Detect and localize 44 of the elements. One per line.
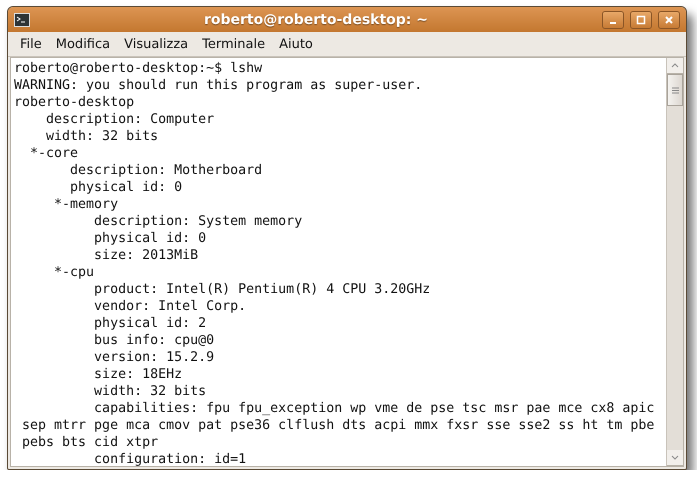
grip-icon <box>672 86 678 94</box>
terminal-line: width: 32 bits <box>45 128 160 145</box>
close-icon <box>664 14 674 24</box>
terminal-icon <box>14 12 30 26</box>
terminal-line: capabilities: fpu fpu_exception wp vme de pse tsc msr pae mce cx8 apic <box>93 400 656 417</box>
terminal-line: roberto@roberto-desktop:~$ lshw <box>14 60 264 77</box>
minimize-button[interactable] <box>602 10 624 28</box>
terminal-line: description: System memory <box>93 213 304 230</box>
terminal-line: description: Motherboard <box>69 162 264 179</box>
menu-item[interactable]: Modifica <box>50 34 116 54</box>
window-title: roberto@roberto-desktop: ~ <box>202 12 429 28</box>
scroll-down-button[interactable] <box>667 450 683 466</box>
close-button[interactable] <box>658 10 680 28</box>
terminal-line: WARNING: you should run this program as super-user. <box>14 77 424 94</box>
terminal-line: physical id: 2 <box>93 315 208 332</box>
terminal-line: width: 32 bits <box>93 383 208 400</box>
terminal-line: description: Computer <box>45 111 216 128</box>
terminal-line: configuration: id=1 <box>93 451 248 466</box>
scroll-up-button[interactable] <box>667 58 683 74</box>
scroll-thumb[interactable] <box>667 74 683 106</box>
caret-up-icon <box>671 63 679 68</box>
maximize-icon <box>636 14 646 24</box>
terminal-line: *-memory <box>53 196 120 213</box>
terminal-line: size: 18EHz <box>93 366 184 383</box>
terminal-line: *-cpu <box>53 264 96 281</box>
maximize-button[interactable] <box>630 10 652 28</box>
terminal-line: sep mtrr pge mca cmov pat pse36 clflush dts acpi mmx fxsr sse sse2 ss ht tm pbe <box>21 417 656 434</box>
terminal-line: size: 2013MiB <box>93 247 200 264</box>
terminal-line: pebs bts cid xtpr <box>21 434 160 451</box>
terminal-line: physical id: 0 <box>69 179 184 196</box>
menu-item[interactable]: Visualizza <box>118 34 194 54</box>
menu-item[interactable]: Aiuto <box>273 34 319 54</box>
terminal-line: *-core <box>29 145 80 162</box>
menu-item[interactable]: File <box>14 34 48 54</box>
terminal-line: roberto-desktop <box>14 94 136 111</box>
terminal-line: physical id: 0 <box>93 230 208 247</box>
scroll-bar[interactable] <box>666 58 683 466</box>
caret-down-icon <box>671 455 679 460</box>
terminal-line: vendor: Intel Corp. <box>93 298 248 315</box>
terminal-line: bus info: cpu@0 <box>93 332 216 349</box>
minimize-icon <box>610 22 616 24</box>
menu-item[interactable]: Terminale <box>196 34 272 54</box>
terminal-line: product: Intel(R) Pentium(R) 4 CPU 3.20GHz <box>93 281 432 298</box>
terminal-line: version: 15.2.9 <box>93 349 216 366</box>
